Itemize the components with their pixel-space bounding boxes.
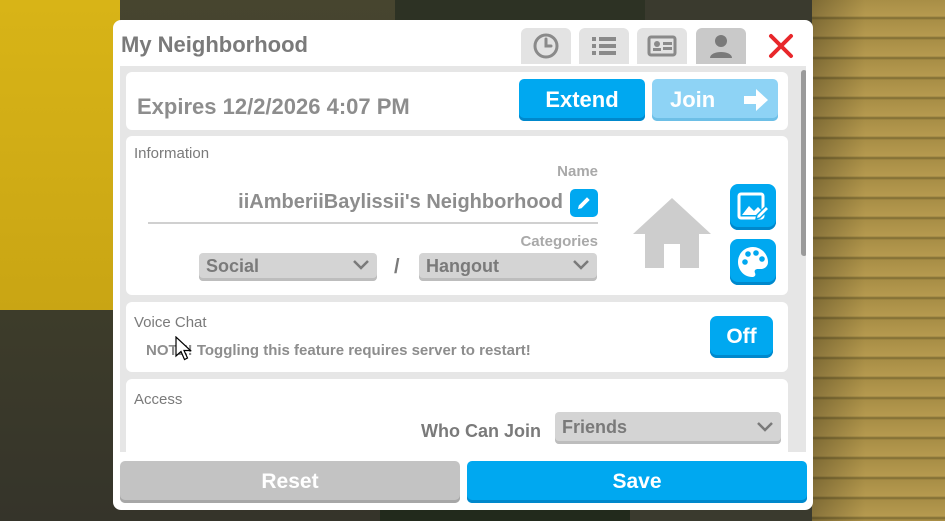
name-underline: [148, 222, 598, 224]
tab-profile-card[interactable]: [637, 28, 687, 64]
neighborhood-name: iiAmberiiBaylissii's Neighborhood: [238, 191, 563, 213]
join-label: Join: [670, 87, 716, 112]
chevron-down-icon: [757, 422, 773, 432]
house-icon: [633, 198, 711, 268]
close-button[interactable]: [763, 28, 799, 64]
chevron-down-icon: [353, 260, 369, 270]
expiration-card: Expires 12/2/2026 4:07 PM Extend Join: [126, 72, 788, 130]
tab-list[interactable]: [579, 28, 629, 64]
expires-text: Expires 12/2/2026 4:07 PM: [137, 94, 410, 119]
pencil-icon: [578, 197, 590, 209]
category-1-value: Social: [206, 256, 260, 276]
extend-button[interactable]: Extend: [519, 79, 645, 121]
edit-name-button[interactable]: [570, 189, 598, 217]
person-icon: [710, 35, 732, 58]
save-button[interactable]: Save: [467, 461, 807, 503]
close-icon: [769, 34, 793, 58]
color-palette-button[interactable]: [730, 239, 776, 285]
arrow-right-icon: [744, 89, 768, 111]
who-can-join-dropdown[interactable]: Friends: [555, 412, 781, 444]
image-edit-icon: [737, 192, 770, 221]
category-1-dropdown[interactable]: Social: [199, 253, 377, 281]
tab-settings[interactable]: [696, 28, 746, 64]
categories-label: Categories: [520, 233, 598, 250]
voice-chat-note: NOTE! Toggling this feature requires ser…: [146, 342, 531, 359]
voice-chat-label: Voice Chat: [134, 314, 207, 331]
reset-button[interactable]: Reset: [120, 461, 460, 503]
chevron-down-icon: [573, 260, 589, 270]
tab-history[interactable]: [521, 28, 571, 64]
scrollbar-thumb[interactable]: [801, 70, 806, 256]
yellow-wall: [0, 0, 120, 310]
information-label: Information: [134, 145, 210, 162]
list-icon: [592, 37, 616, 55]
who-can-join-label: Who Can Join: [421, 421, 541, 441]
edit-image-button[interactable]: [730, 184, 776, 230]
category-2-value: Hangout: [426, 256, 499, 276]
id-card-icon: [647, 35, 677, 57]
dark-object: [395, 0, 645, 22]
access-label: Access: [134, 391, 183, 408]
voice-chat-toggle[interactable]: Off: [710, 316, 773, 358]
access-card: Access Who Can Join Friends: [126, 379, 788, 452]
voice-chat-card: Voice Chat NOTE! Toggling this feature r…: [126, 302, 788, 372]
palette-icon: [738, 247, 768, 277]
panel-title: My Neighborhood: [121, 32, 308, 57]
clock-icon: [533, 33, 559, 59]
mouse-cursor-icon: [175, 336, 193, 361]
wall-shadow: [812, 0, 945, 521]
settings-scroll-area[interactable]: Expires 12/2/2026 4:07 PM Extend Join In…: [120, 66, 806, 452]
neighborhood-panel: My Neighborhood Expires 12/2/2026 4:07 P…: [113, 20, 813, 510]
join-button[interactable]: Join: [652, 79, 778, 121]
category-separator: /: [394, 256, 400, 278]
who-can-join-value: Friends: [562, 417, 628, 437]
information-card: Information Name iiAmberiiBaylissii's Ne…: [126, 136, 788, 295]
category-2-dropdown[interactable]: Hangout: [419, 253, 597, 281]
name-label: Name: [557, 163, 598, 180]
